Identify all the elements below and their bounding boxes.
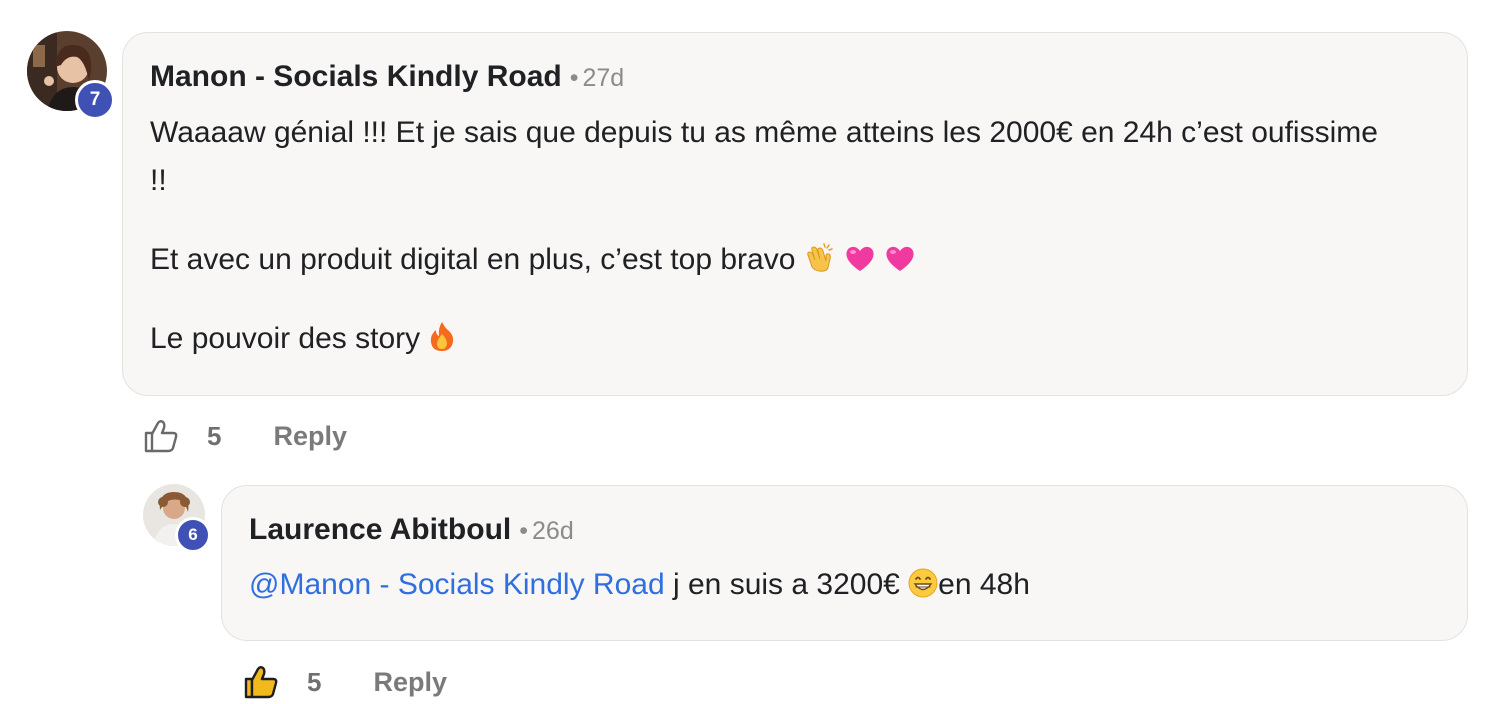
reply-button[interactable]: Reply [273, 421, 347, 452]
comment-actions: 5 Reply [243, 660, 447, 704]
comment-text-line-1: Waaaaw génial !!! Et je sais que depuis … [150, 116, 1378, 149]
fire-icon [429, 322, 455, 355]
level-badge: 7 [75, 80, 115, 120]
comment-header: Laurence Abitboul • 26d [249, 513, 574, 547]
comment-paragraph-2: Et avec un produit digital en plus, c’es… [150, 236, 916, 284]
comment-text-part: j en suis a 3200€ [664, 568, 909, 601]
like-count: 5 [307, 666, 322, 697]
comment-text-line-2: !! [150, 164, 167, 197]
thumbs-up-filled-icon [244, 666, 278, 699]
comment-header: Manon - Socials Kindly Road • 27d [150, 60, 624, 94]
reply-button[interactable]: Reply [373, 667, 447, 698]
author-name[interactable]: Laurence Abitboul [249, 513, 511, 546]
meta-separator: • [519, 517, 529, 545]
like-button[interactable] [143, 418, 179, 454]
paragraph-text: Et avec un produit digital en plus, c’es… [150, 243, 796, 276]
paragraph-text: Le pouvoir des story [150, 322, 421, 355]
thumbs-up-icon [144, 420, 178, 453]
comment-paragraph-3: Le pouvoir des story [150, 315, 455, 363]
like-count: 5 [207, 420, 222, 451]
clapping-hands-icon [804, 243, 844, 276]
comment-text: @Manon - Socials Kindly Road j en suis a… [249, 561, 1030, 609]
timestamp[interactable]: 26d [532, 517, 574, 545]
timestamp[interactable]: 27d [582, 64, 624, 92]
pink-heart-icon [884, 243, 916, 276]
comment-actions: 5 Reply [143, 414, 347, 458]
level-badge: 6 [175, 517, 211, 553]
like-button[interactable] [243, 664, 279, 700]
author-name[interactable]: Manon - Socials Kindly Road [150, 60, 562, 93]
pink-heart-icon [844, 243, 884, 276]
comment-text-part: en 48h [938, 568, 1030, 601]
grinning-face-icon [908, 568, 938, 601]
meta-separator: • [569, 64, 579, 92]
user-mention[interactable]: @Manon - Socials Kindly Road [249, 568, 665, 601]
